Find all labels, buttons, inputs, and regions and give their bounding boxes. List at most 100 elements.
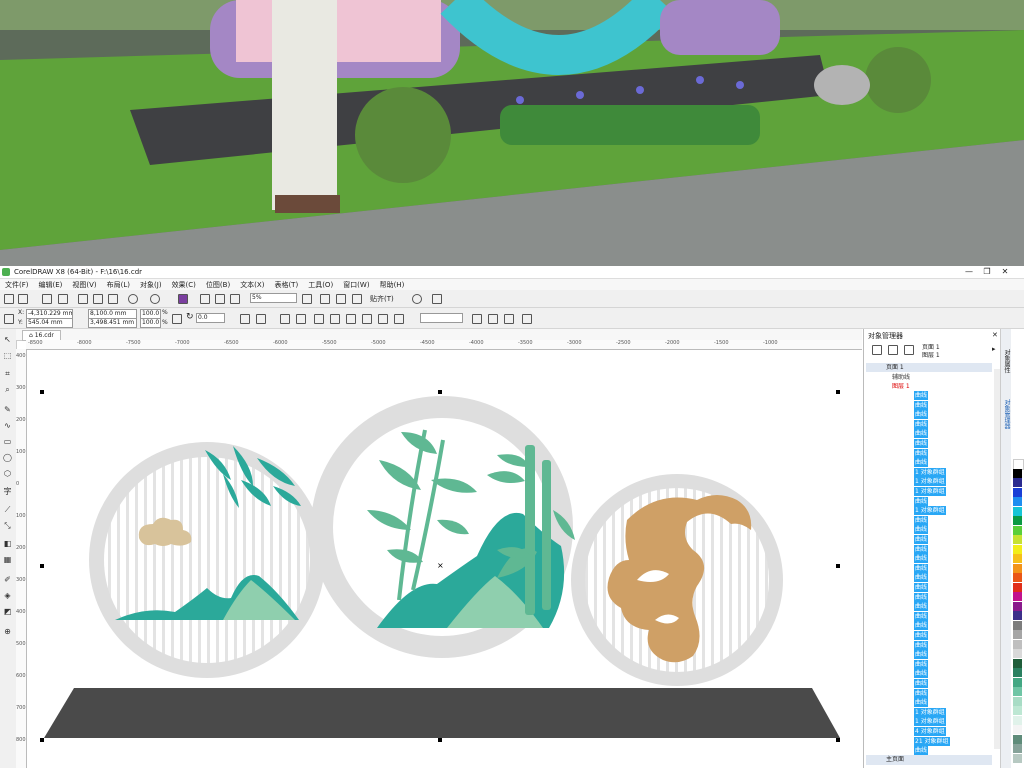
zoom-tool-icon[interactable]: ⌕ bbox=[3, 385, 12, 394]
object-tree-item[interactable]: 曲线 bbox=[914, 410, 929, 420]
freehand-tool-icon[interactable]: ✎ bbox=[3, 405, 12, 414]
palette-swatch[interactable] bbox=[1013, 592, 1022, 601]
minimize-button[interactable]: — bbox=[962, 266, 976, 278]
show-grid-icon[interactable] bbox=[336, 294, 346, 304]
height-field[interactable]: 3,498.451 mm bbox=[88, 318, 137, 328]
object-tree-item[interactable]: 曲线 bbox=[914, 458, 929, 468]
rectangle-tool-icon[interactable]: ▭ bbox=[3, 437, 12, 446]
palette-swatch[interactable] bbox=[1013, 563, 1022, 573]
open-icon[interactable] bbox=[18, 294, 28, 304]
layer-manager-view-icon[interactable] bbox=[888, 345, 898, 355]
add-tool-icon[interactable]: ⊕ bbox=[3, 627, 12, 636]
object-tree-item[interactable]: 曲线 bbox=[914, 535, 929, 544]
guides-layer-label[interactable]: 辅助线 bbox=[892, 373, 910, 382]
zoom-level-select[interactable]: 5% bbox=[250, 293, 297, 303]
print-icon[interactable] bbox=[58, 294, 68, 304]
palette-swatch[interactable] bbox=[1013, 573, 1022, 582]
palette-swatch[interactable] bbox=[1013, 753, 1022, 763]
palette-swatch[interactable] bbox=[1013, 506, 1022, 516]
y-position-field[interactable]: 545.04 mm bbox=[26, 318, 73, 328]
tab-object-properties[interactable]: 对象属性 bbox=[1002, 349, 1011, 373]
menu-window[interactable]: 窗口(W) bbox=[343, 280, 369, 290]
palette-swatch[interactable] bbox=[1013, 497, 1022, 506]
palette-swatch[interactable] bbox=[1013, 468, 1022, 478]
full-screen-icon[interactable] bbox=[302, 294, 312, 304]
artistic-media-icon[interactable]: ∿ bbox=[3, 421, 12, 430]
front-minus-back-icon[interactable] bbox=[394, 314, 404, 324]
menu-effects[interactable]: 效果(C) bbox=[172, 280, 196, 290]
object-tree-item[interactable]: 曲线 bbox=[914, 611, 929, 621]
copy-icon[interactable] bbox=[93, 294, 103, 304]
docker-close-icon[interactable]: ✕ bbox=[992, 331, 998, 339]
group-icon[interactable] bbox=[280, 314, 290, 324]
object-tree-item[interactable]: 曲线 bbox=[914, 419, 929, 429]
object-tree-item[interactable]: 曲线 bbox=[914, 439, 929, 448]
object-tree-item[interactable]: 曲线 bbox=[914, 602, 929, 612]
menu-bitmaps[interactable]: 位图(B) bbox=[206, 280, 230, 290]
rotation-angle-field[interactable]: 0.0 bbox=[196, 313, 225, 323]
docker-menu-icon[interactable]: ▸ bbox=[992, 345, 996, 353]
combine-icon[interactable] bbox=[314, 314, 324, 324]
palette-swatch[interactable] bbox=[1013, 668, 1022, 677]
object-tree-item[interactable]: 21 对象群组 bbox=[914, 736, 950, 746]
quick-customize-icon[interactable] bbox=[504, 314, 514, 324]
master-page-row[interactable]: 主页面 bbox=[866, 755, 992, 765]
object-tree-item[interactable]: 曲线 bbox=[914, 746, 929, 756]
ungroup-icon[interactable] bbox=[296, 314, 306, 324]
object-tree-item[interactable]: 曲线 bbox=[914, 448, 929, 458]
palette-swatch[interactable] bbox=[1013, 706, 1022, 715]
palette-swatch[interactable] bbox=[1013, 525, 1022, 535]
save-icon[interactable] bbox=[42, 294, 52, 304]
palette-swatch[interactable] bbox=[1013, 696, 1022, 706]
object-tree-item[interactable]: 曲线 bbox=[914, 640, 929, 650]
object-tree-item[interactable]: 曲线 bbox=[914, 544, 929, 554]
object-tree-item[interactable]: 4 对象群组 bbox=[914, 727, 946, 736]
restore-button[interactable]: ❐ bbox=[980, 266, 994, 278]
show-guides-icon[interactable] bbox=[352, 294, 362, 304]
object-tree-item[interactable]: 曲线 bbox=[914, 496, 929, 506]
options-gear-icon[interactable] bbox=[412, 294, 422, 304]
object-tree-item[interactable]: 曲线 bbox=[914, 679, 929, 688]
palette-swatch[interactable] bbox=[1013, 478, 1022, 487]
object-tree-item[interactable]: 曲线 bbox=[914, 400, 929, 410]
new-document-icon[interactable] bbox=[4, 294, 14, 304]
page-node-row[interactable]: 页面 1 bbox=[866, 363, 992, 372]
object-tree-item[interactable]: 1 对象群组 bbox=[914, 487, 946, 496]
object-tree-item[interactable]: 曲线 bbox=[914, 621, 929, 631]
smart-fill-icon[interactable]: ◩ bbox=[3, 607, 12, 616]
weld-icon[interactable] bbox=[330, 314, 340, 324]
cut-icon[interactable] bbox=[78, 294, 88, 304]
corel-connect-icon[interactable] bbox=[178, 294, 188, 304]
object-tree-item[interactable]: 曲线 bbox=[914, 391, 929, 400]
intersect-icon[interactable] bbox=[362, 314, 372, 324]
menu-view[interactable]: 视图(V) bbox=[72, 280, 96, 290]
palette-swatch[interactable] bbox=[1013, 649, 1022, 658]
object-tree-item[interactable]: 1 对象群组 bbox=[914, 477, 946, 487]
palette-swatch[interactable] bbox=[1013, 535, 1022, 544]
show-rulers-icon[interactable] bbox=[320, 294, 330, 304]
undo-icon[interactable] bbox=[128, 294, 138, 304]
outline-width-field[interactable] bbox=[420, 313, 463, 323]
palette-swatch[interactable] bbox=[1013, 554, 1022, 563]
object-tree-item[interactable]: 曲线 bbox=[914, 525, 929, 535]
tab-object-manager[interactable]: 对象管理器 bbox=[1002, 399, 1011, 429]
lock-ratio-icon[interactable] bbox=[172, 314, 182, 324]
object-tree-item[interactable]: 曲线 bbox=[914, 631, 929, 640]
menu-text[interactable]: 文本(X) bbox=[240, 280, 264, 290]
object-tree-item[interactable]: 曲线 bbox=[914, 554, 929, 564]
object-tree-item[interactable]: 曲线 bbox=[914, 669, 929, 679]
object-tree-item[interactable]: 曲线 bbox=[914, 659, 929, 669]
object-tree-item[interactable]: 曲线 bbox=[914, 515, 929, 525]
palette-swatch[interactable] bbox=[1013, 601, 1022, 611]
drop-shadow-icon[interactable]: ◧ bbox=[3, 539, 12, 548]
show-properties-icon[interactable] bbox=[872, 345, 882, 355]
palette-swatch[interactable] bbox=[1013, 658, 1022, 668]
connector-tool-icon[interactable]: ⤡ bbox=[3, 521, 12, 530]
new-layer-icon[interactable] bbox=[904, 345, 914, 355]
palette-swatch[interactable] bbox=[1013, 487, 1022, 497]
palette-swatch[interactable] bbox=[1013, 687, 1022, 696]
menu-tools[interactable]: 工具(O) bbox=[308, 280, 333, 290]
object-origin-icon[interactable] bbox=[4, 314, 14, 324]
simplify-icon[interactable] bbox=[378, 314, 388, 324]
horizontal-ruler[interactable]: -8500 -8000 -7500 -7000 -6500 -6000 -550… bbox=[26, 340, 862, 350]
